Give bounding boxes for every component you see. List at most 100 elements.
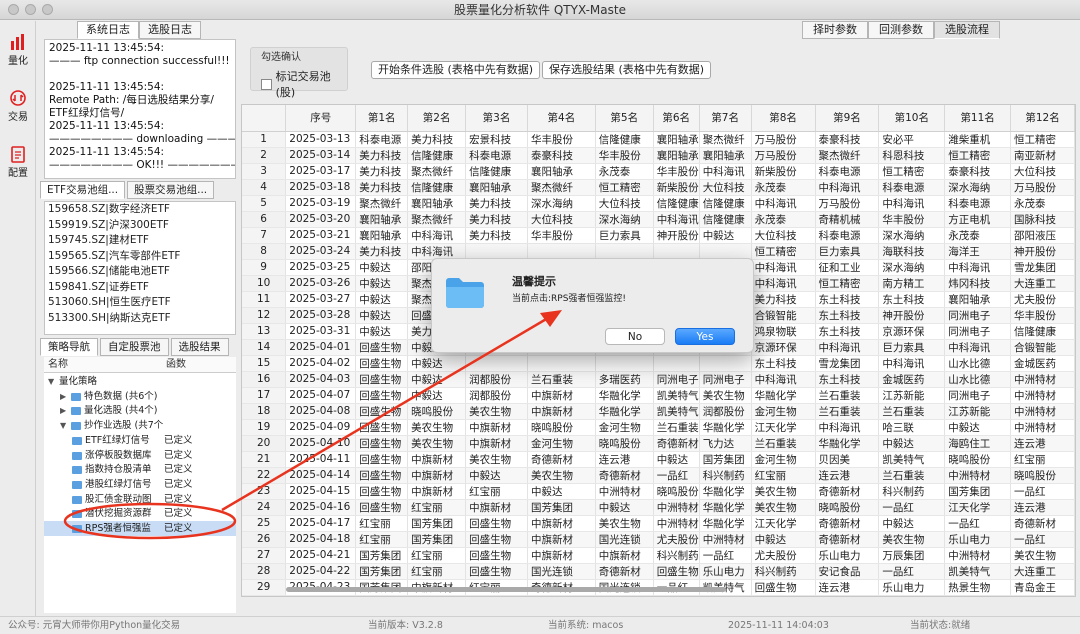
tree-node[interactable]: 指数持仓股清单 bbox=[72, 463, 152, 477]
row-number[interactable]: 10 bbox=[242, 275, 287, 292]
table-cell[interactable]: 美农生物 bbox=[751, 483, 816, 500]
tab-system-log[interactable]: 系统日志 bbox=[77, 21, 139, 39]
table-cell[interactable]: 恒工精密 bbox=[944, 147, 1012, 164]
table-cell[interactable]: 恒工精密 bbox=[595, 179, 654, 196]
table-cell[interactable]: 中毅达 bbox=[407, 387, 467, 404]
expand-right-icon[interactable]: ▶ bbox=[60, 390, 68, 404]
table-cell[interactable]: 红宝丽 bbox=[407, 563, 467, 580]
table-cell[interactable]: 回盛生物 bbox=[355, 419, 409, 436]
table-cell[interactable]: 中毅达 bbox=[355, 259, 409, 276]
log-output[interactable]: 2025-11-11 13:45:54: ——— ftp connection s… bbox=[44, 39, 236, 179]
table-cell[interactable]: 中旗新材 bbox=[527, 531, 596, 548]
table-cell[interactable]: 东土科技 bbox=[751, 355, 816, 372]
table-cell[interactable]: 2025-03-20 bbox=[285, 211, 357, 228]
table-row[interactable]: 20 2025-04-10 回盛生物 美农生物 中旗新材 金河生物 晓鸣股份 奇德新材 飞力达兰… bbox=[242, 435, 1075, 452]
row-number[interactable]: 28 bbox=[242, 563, 287, 580]
table-cell[interactable]: 华丰股份 bbox=[595, 147, 654, 164]
table-cell[interactable]: 新柴股份 bbox=[653, 179, 700, 196]
table-cell[interactable]: 科泰电源 bbox=[465, 147, 528, 164]
table-cell[interactable]: 美农生物 bbox=[878, 531, 946, 548]
table-cell[interactable]: 青岛金王 bbox=[878, 595, 946, 596]
table-cell[interactable]: 2025-03-19 bbox=[285, 195, 357, 212]
table-cell[interactable]: 国芳集团 bbox=[699, 451, 752, 468]
table-cell[interactable]: 大位科技 bbox=[527, 211, 596, 228]
table-cell[interactable]: 泰豪科技 bbox=[527, 147, 596, 164]
table-row[interactable]: 4 2025-03-18 美力科技 信隆健康 襄阳轴承 聚杰微纤 恒工精密 新柴股份 大位科技永… bbox=[242, 179, 1075, 196]
table-row[interactable]: 1 2025-03-13 科泰电源 美力科技 宏景科技 华丰股份 信隆健康 襄阳轴承 聚杰微纤万… bbox=[242, 131, 1075, 148]
table-cell[interactable]: 中旗新材 bbox=[527, 387, 596, 404]
table-cell[interactable]: 合锻智能 bbox=[1010, 339, 1075, 356]
table-cell[interactable]: 海鸥住工 bbox=[944, 435, 1012, 452]
table-cell[interactable]: 连云港 bbox=[815, 579, 880, 596]
tab-backtest-params[interactable]: 回测参数 bbox=[868, 21, 934, 39]
table-cell[interactable]: 永茂泰 bbox=[1010, 195, 1075, 212]
expand-down-icon[interactable]: ▼ bbox=[60, 419, 68, 433]
table-cell[interactable]: 襄阳轴承 bbox=[699, 147, 752, 164]
table-cell[interactable]: 凯美特气 bbox=[653, 387, 700, 404]
table-cell[interactable]: 2025-04-01 bbox=[285, 339, 357, 356]
table-cell[interactable]: 美农生物 bbox=[527, 467, 596, 484]
row-number[interactable]: 26 bbox=[242, 531, 287, 548]
table-cell[interactable]: 山水比德 bbox=[944, 355, 1012, 372]
table-cell[interactable]: 奇德新材 bbox=[595, 563, 654, 580]
table-cell[interactable]: 中毅达 bbox=[944, 419, 1012, 436]
column-header[interactable]: 第1名 bbox=[355, 105, 409, 132]
expand-down-icon[interactable]: ▼ bbox=[48, 375, 56, 389]
table-cell[interactable]: 2025-04-07 bbox=[285, 387, 357, 404]
column-header[interactable]: 第7名 bbox=[699, 105, 752, 132]
table-row[interactable]: 18 2025-04-08 回盛生物 晓鸣股份 美农生物 中旗新材 华融化学 凯美特气 润都股份… bbox=[242, 403, 1075, 420]
table-cell[interactable]: 邵阳液压 bbox=[1010, 227, 1075, 244]
table-cell[interactable]: 回盛生物 bbox=[355, 355, 409, 372]
table-cell[interactable]: 2025-04-11 bbox=[285, 451, 357, 468]
table-cell[interactable]: 中科海讯 bbox=[751, 195, 816, 212]
table-cell[interactable]: 合锻智能 bbox=[751, 307, 816, 324]
table-cell[interactable]: 中毅达 bbox=[527, 483, 596, 500]
pool-item[interactable]: 159841.SZ|证券ETF bbox=[45, 280, 235, 296]
table-cell[interactable]: 深水海纳 bbox=[527, 195, 596, 212]
table-cell[interactable]: 南方精工 bbox=[878, 275, 946, 292]
table-cell[interactable]: 2025-03-27 bbox=[285, 291, 357, 308]
table-cell[interactable]: 中科海讯 bbox=[407, 227, 467, 244]
table-cell[interactable]: 美力科技 bbox=[407, 131, 467, 148]
table-cell[interactable]: 江天化学 bbox=[751, 419, 816, 436]
pool-item[interactable]: 159919.SZ|沪深300ETF bbox=[45, 218, 235, 234]
table-cell[interactable]: 万马股份 bbox=[751, 147, 816, 164]
table-cell[interactable]: 哈三联 bbox=[878, 419, 946, 436]
tree-node[interactable]: ETF红绿灯信号 bbox=[72, 434, 150, 448]
table-cell[interactable]: 中科海讯 bbox=[815, 339, 880, 356]
table-cell[interactable]: 回盛生物 bbox=[465, 563, 528, 580]
table-cell[interactable]: 中毅达 bbox=[878, 435, 946, 452]
table-cell[interactable]: 华丰股份 bbox=[527, 131, 596, 148]
table-cell[interactable]: 美农生物 bbox=[407, 419, 467, 436]
table-cell[interactable]: 2025-03-28 bbox=[285, 307, 357, 324]
table-cell[interactable]: 中毅达 bbox=[355, 307, 409, 324]
table-row[interactable]: 2 2025-03-14 美力科技 信隆健康 科泰电源 泰豪科技 华丰股份 襄阳轴承 襄阳轴承万… bbox=[242, 147, 1075, 164]
table-cell[interactable]: 尤夫股份 bbox=[751, 547, 816, 564]
table-cell[interactable]: 乐山电力 bbox=[944, 531, 1012, 548]
table-cell[interactable]: 乐山电力 bbox=[595, 595, 654, 596]
table-cell[interactable]: 中洲特材 bbox=[944, 467, 1012, 484]
row-number[interactable]: 6 bbox=[242, 211, 287, 228]
table-cell[interactable]: 红宝丽 bbox=[407, 499, 467, 516]
table-cell[interactable]: 国芳集团 bbox=[407, 531, 467, 548]
row-number[interactable]: 5 bbox=[242, 195, 287, 212]
table-cell[interactable]: 兰石重装 bbox=[527, 371, 596, 388]
table-cell[interactable]: 中洲特材 bbox=[595, 483, 654, 500]
table-cell[interactable]: 回盛生物 bbox=[355, 467, 409, 484]
table-cell[interactable] bbox=[699, 355, 752, 372]
table-cell[interactable]: 京源环保 bbox=[878, 323, 946, 340]
table-cell[interactable]: 聚杰微纤 bbox=[407, 163, 467, 180]
table-cell[interactable]: 中科海讯 bbox=[407, 243, 467, 260]
table-row[interactable]: 5 2025-03-19 聚杰微纤 襄阳轴承 美力科技 深水海纳 大位科技 信隆健康 信隆健康中… bbox=[242, 195, 1075, 212]
row-number[interactable]: 21 bbox=[242, 451, 287, 468]
table-cell[interactable]: 东土科技 bbox=[815, 323, 880, 340]
table-cell[interactable] bbox=[653, 355, 700, 372]
row-number[interactable]: 14 bbox=[242, 339, 287, 356]
table-cell[interactable]: 中旗新材 bbox=[407, 483, 467, 500]
table-cell[interactable]: 中洲特材 bbox=[699, 531, 752, 548]
table-cell[interactable]: 金城医药 bbox=[1010, 355, 1075, 372]
table-cell[interactable]: 东土科技 bbox=[815, 291, 880, 308]
table-cell[interactable]: 海洋王 bbox=[944, 243, 1012, 260]
table-cell[interactable]: 华融化学 bbox=[595, 387, 654, 404]
table-cell[interactable]: 中毅达 bbox=[355, 275, 409, 292]
